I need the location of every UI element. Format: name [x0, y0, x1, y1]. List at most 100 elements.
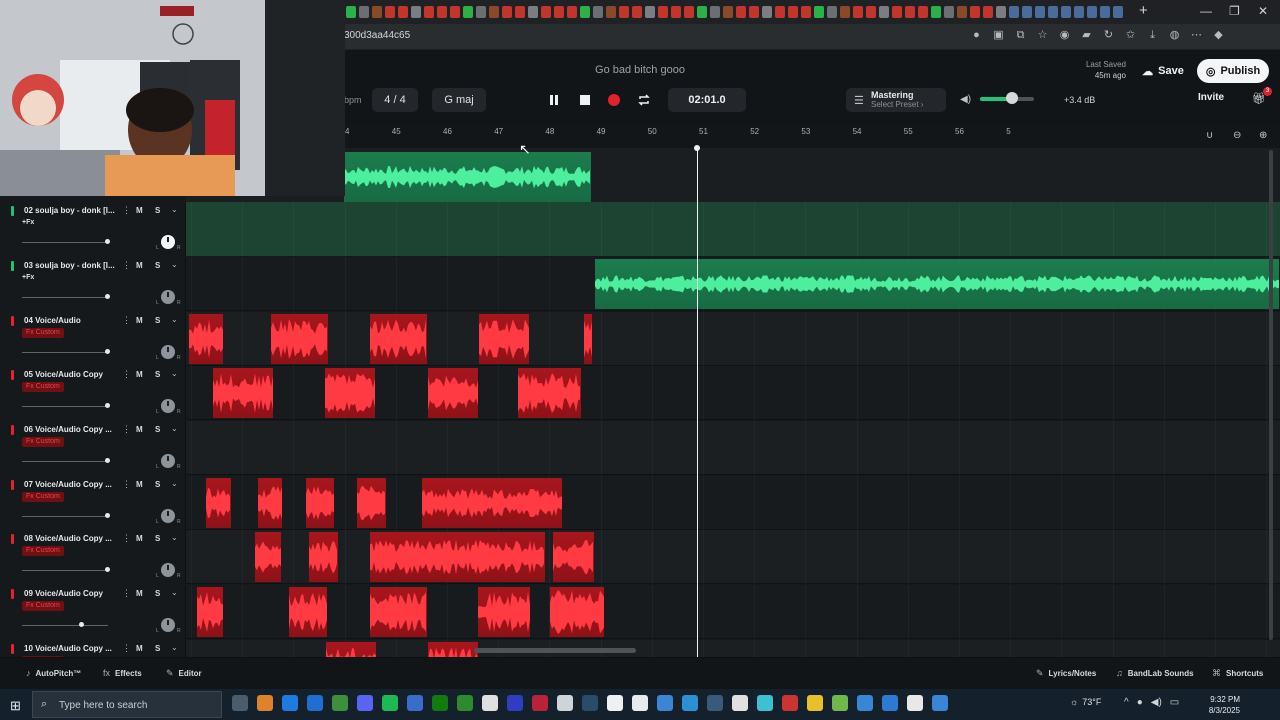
app-icon[interactable]	[457, 695, 473, 711]
playhead-handle[interactable]	[694, 145, 700, 151]
more-icon[interactable]: ⋮	[122, 479, 131, 490]
tab-favicon[interactable]	[697, 6, 707, 18]
audio-clip[interactable]	[271, 314, 328, 364]
save-button[interactable]: ☁ Save	[1134, 60, 1192, 82]
effects-button[interactable]: fx Effects	[103, 668, 142, 678]
app-icon[interactable]	[657, 695, 673, 711]
track-volume-slider[interactable]	[22, 461, 108, 462]
menu-icon[interactable]: ⋯	[1190, 29, 1203, 42]
profile-icon[interactable]: ◍	[1168, 29, 1181, 42]
tab-favicon[interactable]	[762, 6, 772, 18]
tab-favicon[interactable]	[489, 6, 499, 18]
tab-favicon[interactable]	[1100, 6, 1110, 18]
chevron-down-icon[interactable]: ⌄	[171, 315, 178, 324]
track-lane[interactable]	[186, 640, 1280, 657]
audio-clip[interactable]	[309, 532, 338, 582]
audio-clip[interactable]	[258, 478, 282, 528]
tab-favicon[interactable]	[957, 6, 967, 18]
track-name[interactable]: 09 Voice/Audio Copy	[24, 589, 119, 598]
lyrics-button[interactable]: ✎ Lyrics/Notes	[1036, 668, 1096, 679]
track-lane[interactable]	[186, 257, 1280, 311]
minimize-button[interactable]: —	[1200, 4, 1212, 18]
fx-button[interactable]: Fx Custom	[22, 601, 64, 611]
app-icon[interactable]	[582, 695, 598, 711]
track-name[interactable]: 10 Voice/Audio Copy ...	[24, 644, 119, 653]
audio-clip[interactable]	[325, 368, 375, 418]
tab-favicon[interactable]	[671, 6, 681, 18]
bandlab-sounds-button[interactable]: ♫ BandLab Sounds	[1116, 668, 1194, 678]
pan-knob[interactable]	[161, 509, 175, 523]
tab-favicon[interactable]	[931, 6, 941, 18]
edge-icon[interactable]	[282, 695, 298, 711]
track-name[interactable]: 08 Voice/Audio Copy ...	[24, 534, 119, 543]
more-icon[interactable]: ⋮	[122, 205, 131, 216]
track-row[interactable]: 03 soulja boy - donk [l... ⋮ M S ⌄ +Fx L R	[0, 257, 1280, 311]
publish-button[interactable]: ◎ Publish	[1197, 59, 1269, 83]
fx-button[interactable]: Fx Custom	[22, 328, 64, 338]
volume-knob[interactable]	[105, 349, 110, 354]
playhead[interactable]	[697, 148, 698, 657]
app-icon[interactable]	[757, 695, 773, 711]
track-volume-slider[interactable]	[22, 406, 108, 407]
app-icon[interactable]	[407, 695, 423, 711]
fx-button[interactable]: Fx Custom	[22, 437, 64, 447]
speaker-icon[interactable]: ◀)	[960, 94, 971, 105]
fx-button[interactable]: +Fx	[22, 219, 34, 226]
tab-favicon[interactable]	[437, 6, 447, 18]
track-lane[interactable]	[186, 476, 1280, 530]
audio-clip[interactable]	[584, 314, 592, 364]
tab-favicon[interactable]	[424, 6, 434, 18]
chevron-down-icon[interactable]: ⌄	[171, 643, 178, 652]
app-icon[interactable]	[507, 695, 523, 711]
refresh-icon[interactable]: ↻	[1102, 29, 1115, 42]
tab-favicon[interactable]	[918, 6, 928, 18]
pan-knob[interactable]	[161, 618, 175, 632]
mute-button[interactable]: M	[136, 644, 143, 653]
tab-favicon[interactable]	[372, 6, 382, 18]
app-icon[interactable]	[882, 695, 898, 711]
more-icon[interactable]: ⋮	[122, 260, 131, 271]
volume-knob[interactable]	[105, 294, 110, 299]
windows-start-icon[interactable]: ⊞	[10, 698, 21, 714]
loop-button[interactable]	[634, 90, 654, 110]
track-header[interactable]: 05 Voice/Audio Copy ⋮ M S ⌄ Fx Custom L R	[0, 366, 186, 420]
pan-knob[interactable]	[161, 454, 175, 468]
track-header[interactable]: 06 Voice/Audio Copy ... ⋮ M S ⌄ Fx Custom L R	[0, 421, 186, 475]
tab-favicon[interactable]	[1074, 6, 1084, 18]
app-icon[interactable]	[932, 695, 948, 711]
tab-favicon[interactable]	[788, 6, 798, 18]
star-icon[interactable]: ☆	[1036, 29, 1049, 42]
solo-button[interactable]: S	[155, 261, 160, 270]
audio-clip[interactable]	[422, 478, 562, 528]
track-name[interactable]: 05 Voice/Audio Copy	[24, 370, 119, 379]
tab-favicon[interactable]	[827, 6, 837, 18]
tab-favicon[interactable]	[1113, 6, 1123, 18]
zoom-in-icon[interactable]: ⊕	[1259, 130, 1267, 141]
track-header[interactable]: 09 Voice/Audio Copy ⋮ M S ⌄ Fx Custom L R	[0, 585, 186, 639]
tab-favicon[interactable]	[515, 6, 525, 18]
tab-favicon[interactable]	[892, 6, 902, 18]
chevron-down-icon[interactable]: ⌄	[171, 588, 178, 597]
fx-button[interactable]: Fx Custom	[22, 382, 64, 392]
zoom-out-icon[interactable]: ⊖	[1233, 130, 1241, 141]
mute-button[interactable]: M	[136, 370, 143, 379]
solo-button[interactable]: S	[155, 316, 160, 325]
autopitch-button[interactable]: ♪ AutoPitch™	[26, 668, 81, 678]
track-header[interactable]: 08 Voice/Audio Copy ... ⋮ M S ⌄ Fx Custom L R	[0, 530, 186, 584]
tab-favicon[interactable]	[385, 6, 395, 18]
tab-favicon[interactable]	[645, 6, 655, 18]
track-name[interactable]: 04 Voice/Audio	[24, 316, 119, 325]
mic-icon[interactable]: ●	[970, 29, 983, 42]
vertical-scrollbar[interactable]	[1269, 150, 1273, 640]
mute-button[interactable]: M	[136, 261, 143, 270]
key-selector[interactable]: G maj	[432, 88, 486, 112]
discord-icon[interactable]	[357, 695, 373, 711]
track-volume-slider[interactable]	[22, 297, 108, 298]
twitch-icon[interactable]: ▰	[1080, 29, 1093, 42]
track-lane[interactable]	[186, 202, 1280, 256]
tab-favicon[interactable]	[1035, 6, 1045, 18]
track-name[interactable]: 06 Voice/Audio Copy ...	[24, 425, 119, 434]
track-row[interactable]: 08 Voice/Audio Copy ... ⋮ M S ⌄ Fx Custom L R	[0, 530, 1280, 584]
tab-favicon[interactable]	[346, 6, 356, 18]
tab-favicon[interactable]	[593, 6, 603, 18]
